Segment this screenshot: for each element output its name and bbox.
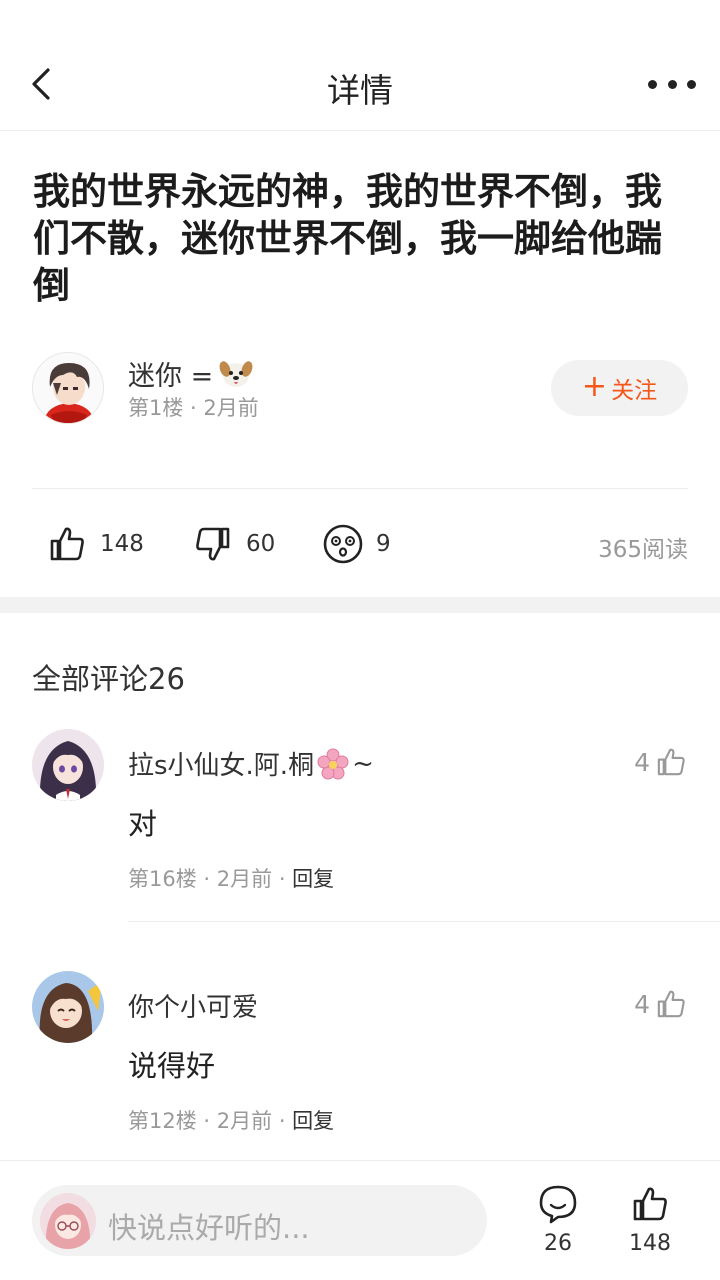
thumbs-up-icon: [633, 1187, 667, 1221]
commenter-name-text: 拉s小仙女.阿.桐: [128, 751, 315, 781]
comment-input-placeholder: 快说点好听的...: [108, 1211, 310, 1245]
comment-like-button[interactable]: 4: [634, 987, 688, 1021]
comment-input[interactable]: 快说点好听的...: [32, 1185, 487, 1256]
reaction-button[interactable]: 9: [322, 516, 391, 572]
page-title: 详情: [327, 71, 393, 110]
reply-button[interactable]: 回复: [292, 1109, 334, 1133]
comment-meta: 第16楼 · 2月前 · 回复: [128, 867, 335, 891]
commenter-avatar[interactable]: [32, 729, 104, 801]
comment-time: 2月前: [216, 1109, 273, 1133]
comment-text: 对: [128, 807, 158, 841]
thumbs-up-icon: [657, 990, 685, 1018]
author-avatar[interactable]: [32, 352, 104, 424]
cherry-blossom-icon: [317, 748, 349, 779]
post-actions: 148 60 9 365阅读: [32, 516, 688, 572]
thumbs-up-icon: [657, 748, 685, 776]
commenter-name[interactable]: 拉s小仙女.阿.桐 ~: [128, 745, 374, 782]
comment-meta: 第12楼 · 2月前 · 回复: [128, 1109, 335, 1133]
follow-label: 关注: [611, 378, 658, 404]
anime-girl-glasses-avatar-icon: [40, 1193, 96, 1249]
author-name[interactable]: 迷你 =: [128, 354, 253, 393]
top-nav-bar: 详情: [0, 0, 720, 131]
dislike-count: 60: [246, 531, 276, 557]
dot-icon: [687, 79, 696, 89]
commenter-name-suffix: ~: [352, 748, 374, 779]
comment-item: 你个小可爱 4 说得好 第12楼 · 2月前 · 回复: [32, 971, 720, 1161]
comment-like-button[interactable]: 4: [634, 745, 688, 779]
anime-girl-avatar-icon: [32, 971, 104, 1043]
bottom-comment-bar: 快说点好听的... 26 148: [0, 1160, 720, 1280]
dislike-button[interactable]: 60: [192, 516, 275, 572]
dizzy-face-icon: [323, 524, 363, 564]
comment-text: 说得好: [128, 1049, 216, 1083]
comment-time: 2月前: [216, 867, 273, 891]
post-title: 我的世界永远的神，我的世界不倒，我们不散，迷你世界不倒，我一脚给他踹倒: [33, 170, 662, 307]
like-count: 148: [100, 531, 144, 557]
thumbs-up-icon: [50, 527, 84, 561]
section-separator: [0, 597, 720, 613]
bottom-like-button[interactable]: 148: [615, 1183, 685, 1256]
divider: [32, 488, 688, 489]
anime-boy-avatar-icon: [33, 353, 103, 423]
follow-button[interactable]: + 关注: [551, 360, 688, 416]
post-author-row: 迷你 = 第1楼 · 2月前 + 关注: [32, 350, 688, 424]
commenter-name-text: 你个小可爱: [128, 993, 259, 1023]
commenter-name[interactable]: 你个小可爱: [128, 987, 258, 1024]
dot-icon: [667, 79, 677, 89]
comment-floor: 第12楼: [128, 1109, 197, 1133]
comments-button[interactable]: 26: [523, 1183, 593, 1256]
comment-item: 拉s小仙女.阿.桐 ~ 4 对 第16楼 · 2月前 · 回复: [32, 729, 720, 929]
divider: [128, 921, 720, 922]
like-button[interactable]: 148: [46, 516, 144, 572]
more-options-button[interactable]: [648, 70, 696, 98]
author-name-text: 迷你 =: [128, 361, 214, 392]
my-avatar: [40, 1193, 96, 1249]
comment-like-count: 4: [634, 989, 650, 1019]
plus-icon: +: [581, 369, 608, 404]
read-count: 365阅读: [598, 537, 688, 563]
thumbs-down-icon: [196, 527, 230, 561]
comment-like-count: 4: [634, 747, 650, 777]
post-meta: 第1楼 · 2月前: [128, 396, 259, 420]
anime-girl-avatar-icon: [32, 729, 104, 801]
reply-button[interactable]: 回复: [292, 867, 334, 891]
chat-bubble-icon: [539, 1185, 577, 1224]
reaction-count: 9: [376, 531, 391, 557]
dot-icon: [648, 79, 657, 89]
dog-face-icon: [219, 360, 253, 387]
comment-count: 26: [544, 1231, 572, 1256]
commenter-avatar[interactable]: [32, 971, 104, 1043]
bottom-like-count: 148: [629, 1231, 671, 1256]
comments-heading: 全部评论26: [32, 662, 185, 696]
comment-floor: 第16楼: [128, 867, 197, 891]
